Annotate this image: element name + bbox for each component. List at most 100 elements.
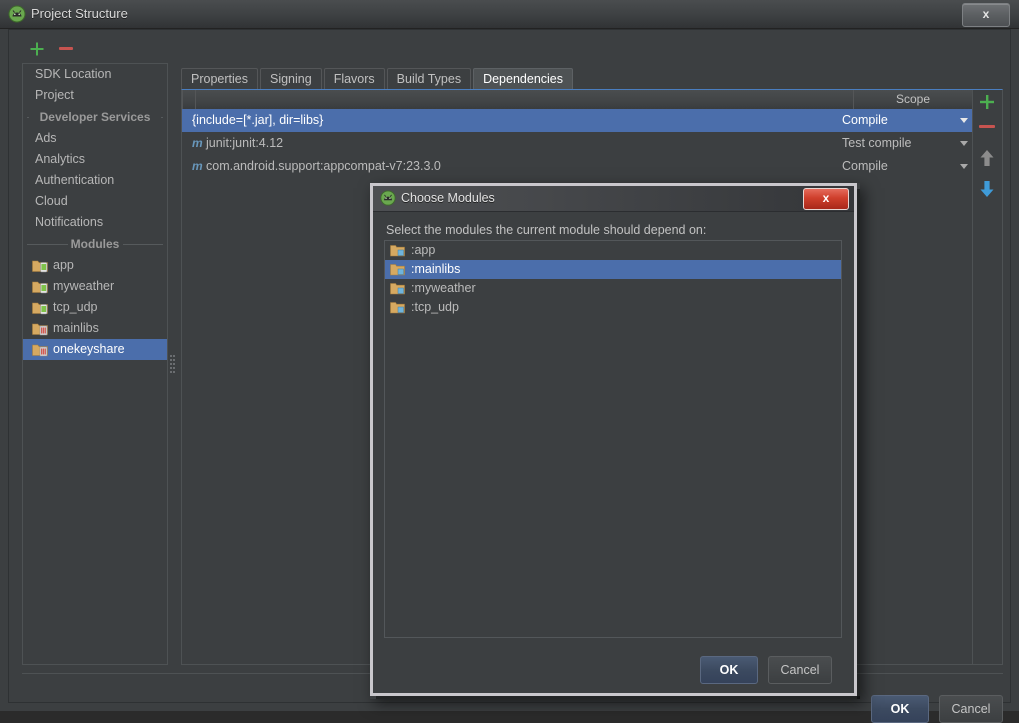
dependency-scope-value[interactable]: Test compile bbox=[842, 132, 942, 155]
minus-icon[interactable] bbox=[979, 125, 995, 128]
sidebar-item-app[interactable]: app bbox=[23, 255, 167, 276]
dialog-shadow-right bbox=[857, 189, 860, 699]
add-module-button[interactable] bbox=[29, 41, 45, 57]
sidebar-item-authentication[interactable]: Authentication bbox=[23, 170, 167, 191]
arrow-down-icon[interactable] bbox=[978, 179, 996, 202]
dependency-name: {include=[*.jar], dir=libs} bbox=[192, 113, 324, 127]
tab-label: Flavors bbox=[333, 72, 375, 86]
sidebar-separator-label: Modules bbox=[70, 237, 120, 251]
ok-button[interactable]: OK bbox=[871, 695, 929, 723]
arrow-up-icon[interactable] bbox=[978, 148, 996, 171]
sidebar-item-mainlibs[interactable]: mainlibs bbox=[23, 318, 167, 339]
module-folder-icon bbox=[390, 282, 405, 295]
android-studio-icon bbox=[380, 190, 396, 206]
chevron-down-icon[interactable] bbox=[960, 118, 968, 123]
dialog-prompt-text: Select the modules the current module sh… bbox=[386, 223, 707, 237]
sidebar-item-label: Notifications bbox=[35, 215, 104, 229]
sidebar-item-analytics[interactable]: Analytics bbox=[23, 149, 167, 170]
dependency-scope-value[interactable]: Compile bbox=[842, 109, 942, 132]
sidebar: SDK Location Project Developer Services Ads… bbox=[22, 63, 168, 665]
sidebar-item-label: mainlibs bbox=[53, 321, 99, 335]
dialog-cancel-button[interactable]: Cancel bbox=[768, 656, 832, 684]
android-studio-icon bbox=[8, 5, 26, 23]
module-list-item-label: :tcp_udp bbox=[411, 300, 459, 314]
chevron-down-icon[interactable] bbox=[960, 164, 968, 169]
dependency-row[interactable]: {include=[*.jar], dir=libs} Compile bbox=[182, 109, 972, 132]
android-module-icon bbox=[32, 300, 48, 315]
column-header-scope[interactable]: Scope bbox=[854, 90, 972, 109]
sidebar-item-sdk-location[interactable]: SDK Location bbox=[23, 64, 167, 85]
dialog-frame: Choose Modules x Select the modules the … bbox=[370, 183, 857, 696]
android-module-icon bbox=[32, 258, 48, 273]
dependency-scope-value[interactable]: Compile bbox=[842, 155, 942, 178]
chevron-down-icon[interactable] bbox=[960, 141, 968, 146]
plus-icon[interactable] bbox=[978, 93, 996, 114]
maven-dependency-icon: m bbox=[192, 159, 203, 173]
dialog-title: Choose Modules bbox=[401, 191, 495, 205]
sidebar-item-label: Cloud bbox=[35, 194, 68, 208]
module-list-item[interactable]: :app bbox=[385, 241, 841, 260]
dependency-row[interactable]: m junit:junit:4.12 Test compile bbox=[182, 132, 972, 155]
tab-build-types[interactable]: Build Types bbox=[386, 68, 472, 89]
dialog-shadow-bottom bbox=[376, 696, 860, 699]
window-close-button[interactable]: x bbox=[962, 3, 1010, 27]
module-list[interactable]: :app :mainlibs :myweather :tcp_udp bbox=[384, 240, 842, 638]
sidebar-item-label: Project bbox=[35, 88, 74, 102]
window-title: Project Structure bbox=[31, 6, 128, 21]
module-folder-icon bbox=[390, 244, 405, 257]
module-list-item-label: :mainlibs bbox=[411, 262, 461, 276]
window-title-bar: Project Structure x bbox=[0, 0, 1019, 29]
sidebar-item-project[interactable]: Project bbox=[23, 85, 167, 106]
sidebar-separator-developer-services: Developer Services bbox=[23, 106, 167, 128]
tab-dependencies[interactable]: Dependencies bbox=[473, 68, 573, 89]
sidebar-item-label: Ads bbox=[35, 131, 57, 145]
sidebar-item-label: SDK Location bbox=[35, 67, 112, 81]
sidebar-toolbar bbox=[23, 38, 173, 62]
tab-signing[interactable]: Signing bbox=[259, 68, 322, 89]
sidebar-splitter-handle[interactable] bbox=[170, 355, 176, 377]
sidebar-item-tcp-udp[interactable]: tcp_udp bbox=[23, 297, 167, 318]
cancel-button[interactable]: Cancel bbox=[939, 695, 1003, 723]
sidebar-separator-modules: Modules bbox=[23, 233, 167, 255]
dialog-title-bar: Choose Modules x bbox=[373, 186, 854, 212]
remove-module-button[interactable] bbox=[59, 47, 73, 50]
tab-label: Build Types bbox=[396, 72, 462, 86]
module-list-item[interactable]: :myweather bbox=[385, 279, 841, 298]
module-folder-icon bbox=[390, 301, 405, 314]
sidebar-separator-label: Developer Services bbox=[39, 110, 151, 124]
android-library-icon bbox=[32, 321, 48, 336]
sidebar-item-label: onekeyshare bbox=[53, 342, 125, 356]
maven-dependency-icon: m bbox=[192, 136, 203, 150]
module-list-item-label: :app bbox=[411, 243, 436, 257]
sidebar-item-label: app bbox=[53, 258, 74, 272]
sidebar-item-notifications[interactable]: Notifications bbox=[23, 212, 167, 233]
tab-flavors[interactable]: Flavors bbox=[323, 68, 385, 89]
tab-label: Properties bbox=[191, 72, 248, 86]
dialog-ok-button[interactable]: OK bbox=[700, 656, 758, 684]
dialog-close-button[interactable]: x bbox=[803, 188, 849, 210]
module-list-item-label: :myweather bbox=[411, 281, 476, 295]
sidebar-item-myweather[interactable]: myweather bbox=[23, 276, 167, 297]
sidebar-item-label: Authentication bbox=[35, 173, 115, 187]
sidebar-item-cloud[interactable]: Cloud bbox=[23, 191, 167, 212]
tab-properties[interactable]: Properties bbox=[181, 68, 258, 89]
module-list-item[interactable]: :mainlibs bbox=[385, 260, 841, 279]
sidebar-item-label: Analytics bbox=[35, 152, 86, 166]
table-header: Scope bbox=[182, 90, 972, 110]
sidebar-item-label: tcp_udp bbox=[53, 300, 98, 314]
choose-modules-dialog: Choose Modules x Select the modules the … bbox=[370, 183, 860, 699]
tab-bar: Properties Signing Flavors Build Types Depen… bbox=[181, 68, 741, 90]
sidebar-item-ads[interactable]: Ads bbox=[23, 128, 167, 149]
dependency-name: com.android.support:appcompat-v7:23.3.0 bbox=[206, 159, 441, 173]
dependency-name: junit:junit:4.12 bbox=[206, 136, 284, 150]
tab-label: Signing bbox=[269, 72, 312, 86]
dependency-row[interactable]: m com.android.support:appcompat-v7:23.3.0… bbox=[182, 155, 972, 178]
sidebar-item-onekeyshare[interactable]: onekeyshare bbox=[23, 339, 167, 360]
project-structure-window: Project Structure x SDK Location Project D… bbox=[0, 0, 1019, 723]
android-library-icon bbox=[32, 342, 48, 357]
tab-label: Dependencies bbox=[483, 72, 563, 86]
sidebar-item-label: myweather bbox=[53, 279, 115, 293]
dependency-action-buttons bbox=[972, 93, 1004, 213]
module-list-item[interactable]: :tcp_udp bbox=[385, 298, 841, 317]
module-folder-icon bbox=[390, 263, 405, 276]
